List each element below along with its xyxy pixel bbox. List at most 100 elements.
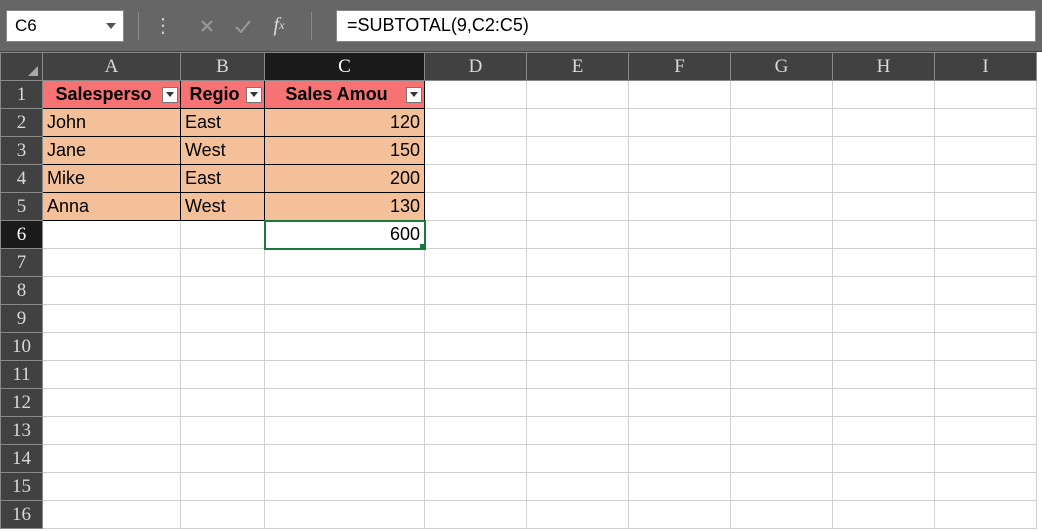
spreadsheet-grid[interactable]: ABCDEFGHI1SalespersoRegioSales Amou2John… — [0, 52, 1042, 531]
cell-B13[interactable] — [181, 417, 265, 445]
cell-G3[interactable] — [731, 137, 833, 165]
cell-H6[interactable] — [833, 221, 935, 249]
cell-I5[interactable] — [935, 193, 1037, 221]
cell-E16[interactable] — [527, 501, 629, 529]
cell-D3[interactable] — [425, 137, 527, 165]
cell-A5[interactable]: Anna — [43, 193, 181, 221]
cell-F10[interactable] — [629, 333, 731, 361]
cell-D9[interactable] — [425, 305, 527, 333]
cell-H7[interactable] — [833, 249, 935, 277]
cell-I6[interactable] — [935, 221, 1037, 249]
col-header-B[interactable]: B — [181, 53, 265, 81]
cell-F16[interactable] — [629, 501, 731, 529]
cell-H4[interactable] — [833, 165, 935, 193]
cell-G1[interactable] — [731, 81, 833, 109]
cell-C7[interactable] — [265, 249, 425, 277]
row-header-3[interactable]: 3 — [1, 137, 43, 165]
cell-C4[interactable]: 200 — [265, 165, 425, 193]
cell-D4[interactable] — [425, 165, 527, 193]
cell-C9[interactable] — [265, 305, 425, 333]
cell-I4[interactable] — [935, 165, 1037, 193]
cell-C10[interactable] — [265, 333, 425, 361]
row-header-15[interactable]: 15 — [1, 473, 43, 501]
cell-D1[interactable] — [425, 81, 527, 109]
cell-F2[interactable] — [629, 109, 731, 137]
cell-F6[interactable] — [629, 221, 731, 249]
cell-E3[interactable] — [527, 137, 629, 165]
cell-B5[interactable]: West — [181, 193, 265, 221]
row-header-10[interactable]: 10 — [1, 333, 43, 361]
cell-A11[interactable] — [43, 361, 181, 389]
cell-H10[interactable] — [833, 333, 935, 361]
cell-H2[interactable] — [833, 109, 935, 137]
cell-I16[interactable] — [935, 501, 1037, 529]
cell-C11[interactable] — [265, 361, 425, 389]
row-header-12[interactable]: 12 — [1, 389, 43, 417]
enter-icon[interactable] — [231, 10, 255, 42]
cell-A4[interactable]: Mike — [43, 165, 181, 193]
cell-G13[interactable] — [731, 417, 833, 445]
cell-D10[interactable] — [425, 333, 527, 361]
cell-D7[interactable] — [425, 249, 527, 277]
cell-I9[interactable] — [935, 305, 1037, 333]
cell-I12[interactable] — [935, 389, 1037, 417]
cell-I14[interactable] — [935, 445, 1037, 473]
col-header-F[interactable]: F — [629, 53, 731, 81]
cell-H1[interactable] — [833, 81, 935, 109]
cell-D11[interactable] — [425, 361, 527, 389]
row-header-5[interactable]: 5 — [1, 193, 43, 221]
cell-A14[interactable] — [43, 445, 181, 473]
cell-G12[interactable] — [731, 389, 833, 417]
cell-A1[interactable]: Salesperso — [43, 81, 181, 109]
cell-C5[interactable]: 130 — [265, 193, 425, 221]
filter-button-icon[interactable] — [246, 87, 262, 103]
cell-I8[interactable] — [935, 277, 1037, 305]
cell-A9[interactable] — [43, 305, 181, 333]
cell-I7[interactable] — [935, 249, 1037, 277]
cell-D8[interactable] — [425, 277, 527, 305]
cell-B12[interactable] — [181, 389, 265, 417]
cell-C2[interactable]: 120 — [265, 109, 425, 137]
cell-I11[interactable] — [935, 361, 1037, 389]
cell-B6[interactable] — [181, 221, 265, 249]
row-header-13[interactable]: 13 — [1, 417, 43, 445]
cell-I2[interactable] — [935, 109, 1037, 137]
cell-E8[interactable] — [527, 277, 629, 305]
cell-F5[interactable] — [629, 193, 731, 221]
row-header-8[interactable]: 8 — [1, 277, 43, 305]
cell-D16[interactable] — [425, 501, 527, 529]
cell-C1[interactable]: Sales Amou — [265, 81, 425, 109]
cell-F1[interactable] — [629, 81, 731, 109]
cell-G10[interactable] — [731, 333, 833, 361]
cell-C13[interactable] — [265, 417, 425, 445]
col-header-H[interactable]: H — [833, 53, 935, 81]
row-header-9[interactable]: 9 — [1, 305, 43, 333]
cell-C15[interactable] — [265, 473, 425, 501]
cell-B9[interactable] — [181, 305, 265, 333]
cell-B11[interactable] — [181, 361, 265, 389]
cell-G8[interactable] — [731, 277, 833, 305]
row-header-16[interactable]: 16 — [1, 501, 43, 529]
cell-A2[interactable]: John — [43, 109, 181, 137]
formula-input[interactable]: =SUBTOTAL(9,C2:C5) — [336, 10, 1036, 42]
cell-F14[interactable] — [629, 445, 731, 473]
cell-A13[interactable] — [43, 417, 181, 445]
name-box[interactable]: C6 — [6, 10, 124, 42]
col-header-C[interactable]: C — [265, 53, 425, 81]
cell-G9[interactable] — [731, 305, 833, 333]
cell-F3[interactable] — [629, 137, 731, 165]
cell-B15[interactable] — [181, 473, 265, 501]
cell-E5[interactable] — [527, 193, 629, 221]
cell-E2[interactable] — [527, 109, 629, 137]
cell-A16[interactable] — [43, 501, 181, 529]
cell-B7[interactable] — [181, 249, 265, 277]
cell-G16[interactable] — [731, 501, 833, 529]
col-header-I[interactable]: I — [935, 53, 1037, 81]
row-header-1[interactable]: 1 — [1, 81, 43, 109]
col-header-G[interactable]: G — [731, 53, 833, 81]
cell-G14[interactable] — [731, 445, 833, 473]
fx-icon[interactable]: fx — [267, 10, 291, 42]
cell-I1[interactable] — [935, 81, 1037, 109]
cell-A15[interactable] — [43, 473, 181, 501]
cell-F11[interactable] — [629, 361, 731, 389]
